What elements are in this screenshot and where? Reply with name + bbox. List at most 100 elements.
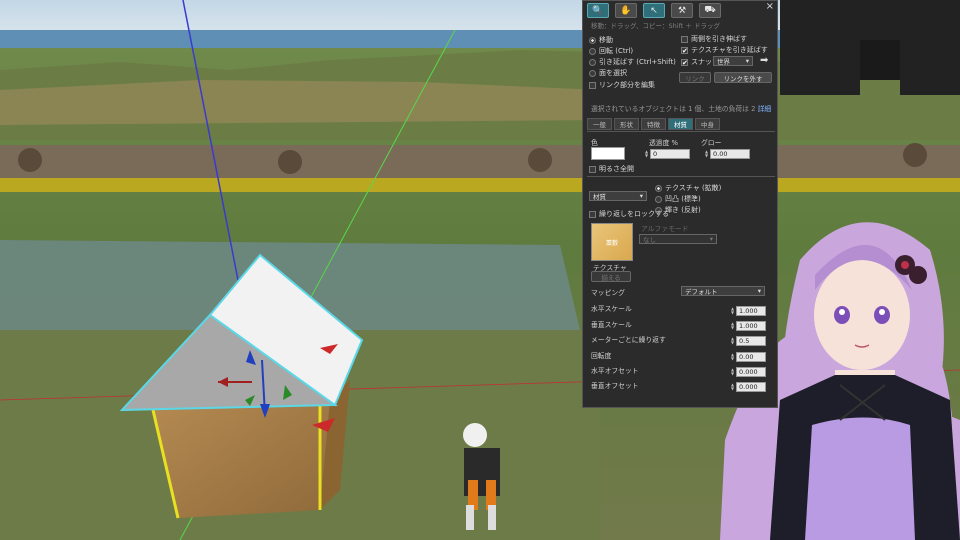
radio-icon[interactable]: [589, 69, 596, 77]
radio-icon[interactable]: [655, 195, 662, 203]
spinner-arrows[interactable]: ▲ ▼: [729, 306, 736, 316]
mapping-value: デフォルト: [685, 288, 718, 296]
arrow-right-icon[interactable]: ➡: [760, 55, 768, 66]
spinner-arrows[interactable]: ▲ ▼: [703, 149, 710, 159]
mode-move[interactable]: 移動: [589, 35, 613, 45]
full-bright-label: 明るさ全開: [599, 165, 634, 173]
chevron-down-icon: ▾: [709, 235, 713, 243]
field-label: 回転度: [591, 352, 612, 360]
repeats-spinner[interactable]: ▲ ▼ 0.5: [729, 336, 766, 346]
build-tool-panel: 🔍 ✋ ↖ ⚒ ⛟ × 移動：ドラッグ、コピー：Shift ＋ ドラッグ 移動 …: [582, 0, 778, 408]
tool-hint: 移動：ドラッグ、コピー：Shift ＋ ドラッグ: [591, 22, 720, 30]
spinner-arrows[interactable]: ▲ ▼: [729, 367, 736, 377]
field-label: 垂直スケール: [591, 321, 632, 329]
transparency-spinner[interactable]: ▲ ▼ 0: [643, 149, 690, 159]
tab-features[interactable]: 特徴: [641, 118, 666, 130]
v-scale-spinner[interactable]: ▲ ▼ 1.000: [729, 321, 766, 331]
h-offset-spinner[interactable]: ▲ ▼ 0.000: [729, 367, 766, 377]
mode-select-face[interactable]: 面を選択: [589, 68, 627, 78]
texture-radio[interactable]: テクスチャ (拡散): [655, 183, 721, 193]
chevron-down-icon: ▾: [639, 192, 643, 200]
transparency-label: 透過度 %: [649, 139, 679, 147]
texture-thumbnail[interactable]: 藁敷: [591, 223, 633, 261]
field-value[interactable]: 0.000: [736, 382, 766, 392]
rotation-spinner[interactable]: ▲ ▼ 0.00: [729, 352, 766, 362]
checkmark-icon[interactable]: ✔: [681, 58, 688, 66]
h-scale-spinner[interactable]: ▲ ▼ 1.000: [729, 306, 766, 316]
chevron-down-icon: ▾: [745, 57, 749, 65]
selection-more-link[interactable]: 詳細: [758, 105, 772, 113]
divider: [587, 131, 775, 132]
spinner-arrows[interactable]: ▲ ▼: [729, 336, 736, 346]
tab-texture[interactable]: 材質: [668, 118, 693, 130]
hand-icon[interactable]: ✋: [615, 3, 637, 18]
tab-content[interactable]: 中身: [695, 118, 720, 130]
magnifier-icon[interactable]: 🔍: [587, 3, 609, 18]
tab-general[interactable]: 一般: [587, 118, 612, 130]
alpha-mode-label: アルファモード: [641, 225, 689, 233]
field-value[interactable]: 1.000: [736, 321, 766, 331]
spinner-arrows[interactable]: ▲ ▼: [729, 321, 736, 331]
full-bright-checkbox[interactable]: 明るさ全開: [589, 164, 634, 174]
mode-stretch[interactable]: 引き延ばす (Ctrl+Shift): [589, 57, 676, 67]
mode-rotate[interactable]: 回転 (Ctrl): [589, 46, 633, 56]
field-value[interactable]: 1.000: [736, 306, 766, 316]
spinner-arrows[interactable]: ▲ ▼: [729, 382, 736, 392]
edit-linked-label: リンク部分を編集: [599, 81, 655, 89]
edit-tabs: 一般 形状 特徴 材質 中身: [587, 118, 720, 130]
lock-repeat-checkbox[interactable]: 繰り返しをロックする: [589, 209, 669, 219]
hammer-icon[interactable]: ⚒: [671, 3, 693, 18]
mapping-label: マッピング: [591, 289, 625, 297]
snap-select[interactable]: 世界 ▾: [713, 56, 753, 66]
material-select[interactable]: 材質 ▾: [589, 191, 647, 201]
bulldozer-icon[interactable]: ⛟: [699, 3, 721, 18]
glow-value[interactable]: 0.00: [710, 149, 750, 159]
unlink-button[interactable]: リンクを外す: [714, 72, 772, 83]
align-button[interactable]: 揃える: [591, 271, 631, 282]
radio-icon[interactable]: [655, 184, 662, 192]
mode-rotate-label: 回転 (Ctrl): [599, 47, 634, 55]
color-swatch[interactable]: [591, 147, 625, 160]
bump-radio-label: 凹凸 (標準): [665, 195, 701, 203]
alpha-mode-value: なし: [643, 236, 656, 244]
edit-linked-checkbox[interactable]: リンク部分を編集: [589, 80, 655, 90]
field-value[interactable]: 0.000: [736, 367, 766, 377]
spinner-arrows[interactable]: ▲ ▼: [643, 149, 650, 159]
material-select-value: 材質: [593, 193, 606, 201]
divider: [587, 176, 775, 177]
checkbox-icon[interactable]: [589, 81, 596, 89]
radio-icon[interactable]: [589, 36, 596, 44]
color-label: 色: [591, 139, 598, 147]
shiny-radio-label: 輝き (反射): [665, 206, 701, 214]
glow-spinner[interactable]: ▲ ▼ 0.00: [703, 149, 750, 159]
transparency-value[interactable]: 0: [650, 149, 690, 159]
snap-value: 世界: [717, 58, 730, 66]
texture-radio-label: テクスチャ (拡散): [665, 184, 722, 192]
field-value[interactable]: 0.5: [736, 336, 766, 346]
field-value[interactable]: 0.00: [736, 352, 766, 362]
bump-radio[interactable]: 凹凸 (標準): [655, 194, 701, 204]
stretch-textures-checkbox[interactable]: ✔ テクスチャを引き延ばす: [681, 45, 768, 55]
radio-icon[interactable]: [589, 47, 596, 55]
stretch-both-checkbox[interactable]: 両側を引き伸ばす: [681, 34, 747, 44]
selection-info: 選択されているオブジェクトは 1 個、土地の負荷は 2 詳細: [591, 103, 771, 113]
field-label: メーターごとに繰り返す: [591, 336, 666, 344]
checkmark-icon[interactable]: ✔: [681, 46, 688, 54]
v-offset-spinner[interactable]: ▲ ▼ 0.000: [729, 382, 766, 392]
checkbox-icon[interactable]: [589, 210, 596, 218]
mode-move-label: 移動: [599, 36, 613, 44]
checkbox-icon[interactable]: [589, 165, 596, 173]
stretch-both-label: 両側を引き伸ばす: [691, 35, 747, 43]
tab-object[interactable]: 形状: [614, 118, 639, 130]
checkbox-icon[interactable]: [681, 35, 688, 43]
viewport-scene[interactable]: [0, 0, 960, 540]
link-button[interactable]: リンク: [679, 72, 711, 83]
radio-icon[interactable]: [589, 58, 596, 66]
cursor-icon[interactable]: ↖: [643, 3, 665, 18]
close-icon[interactable]: ×: [766, 1, 774, 12]
field-label: 水平オフセット: [591, 367, 639, 375]
selection-info-text: 選択されているオブジェクトは 1 個、土地の負荷は 2: [591, 105, 756, 113]
spinner-arrows[interactable]: ▲ ▼: [729, 352, 736, 362]
mapping-select[interactable]: デフォルト ▾: [681, 286, 765, 296]
alpha-mode-select[interactable]: なし ▾: [639, 234, 717, 244]
